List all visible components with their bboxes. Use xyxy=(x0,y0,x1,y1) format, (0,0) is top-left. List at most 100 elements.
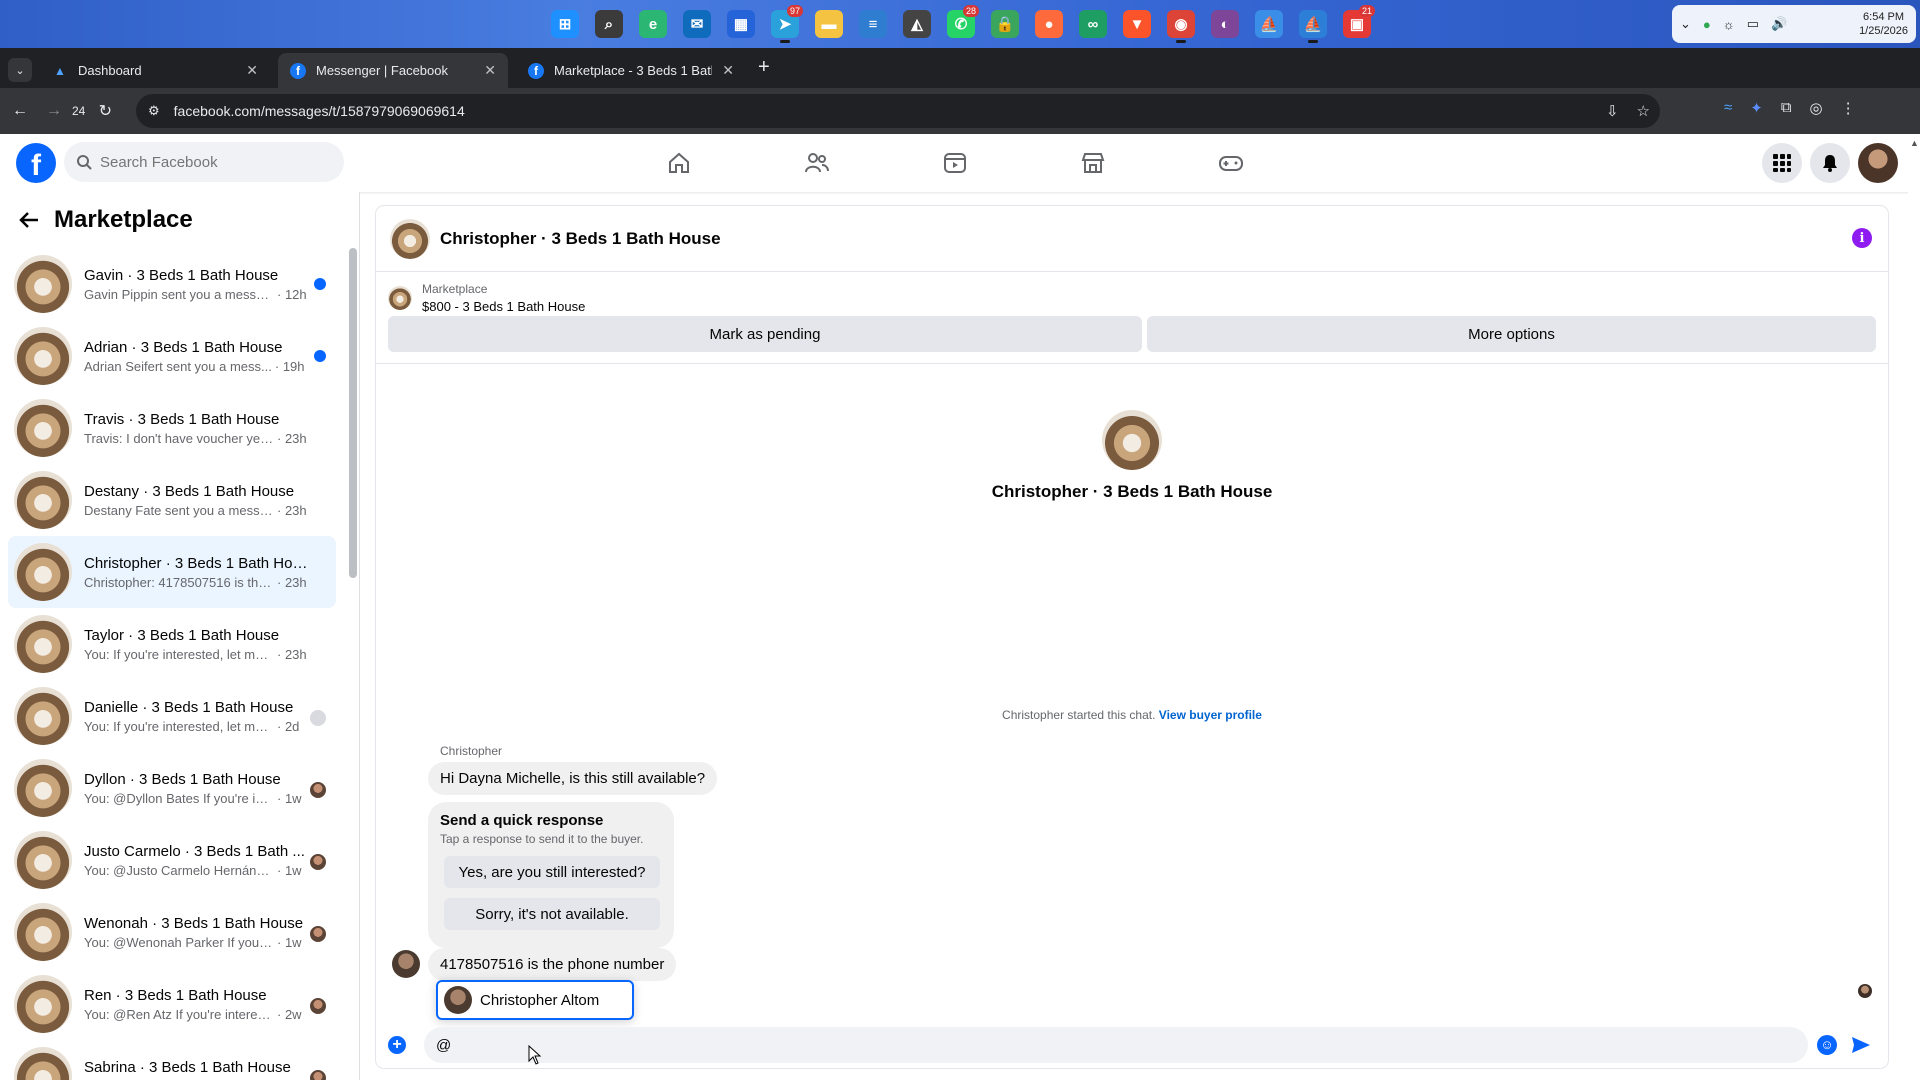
tab-count[interactable]: 24 xyxy=(72,104,85,118)
sail-app-2-taskbar-button[interactable]: ⛵ xyxy=(1293,4,1333,44)
conversation-item[interactable]: Justo Carmelo · 3 Beds 1 Bath ... You: @J… xyxy=(8,824,336,896)
bookmark-star-icon[interactable]: ☆ xyxy=(1637,102,1650,120)
more-options-button[interactable]: More options xyxy=(1147,316,1876,352)
extension-icon[interactable]: ≈ xyxy=(1724,99,1732,117)
mention-suggestion[interactable]: Christopher Altom xyxy=(436,980,634,1020)
file-explorer-taskbar-button[interactable]: ▬ xyxy=(809,4,849,44)
volume-icon[interactable]: 🔊 xyxy=(1771,16,1787,32)
clock[interactable]: 6:54 PM 1/25/2026 xyxy=(1859,10,1908,38)
back-icon[interactable]: ← xyxy=(6,97,34,125)
facebook-search[interactable] xyxy=(64,142,344,182)
tab-marketplace[interactable]: f Marketplace - 3 Beds 1 Bath Ho ✕ xyxy=(516,53,746,88)
conversation-text: Dyllon · 3 Beds 1 Bath House You: @Dyllon… xyxy=(84,771,310,806)
conversation-item[interactable]: Dyllon · 3 Beds 1 Bath House You: @Dyllon… xyxy=(8,752,336,824)
windows-start-taskbar-button[interactable]: ⊞ xyxy=(545,4,585,44)
close-tab-icon[interactable]: ✕ xyxy=(246,62,258,79)
scroll-up-icon[interactable]: ▲ xyxy=(1910,138,1919,148)
conversation-item[interactable]: Gavin · 3 Beds 1 Bath House Gavin Pippin … xyxy=(8,248,336,320)
message-bubble[interactable]: Hi Dayna Michelle, is this still availab… xyxy=(428,762,718,795)
nav-marketplace[interactable] xyxy=(1024,134,1162,192)
back-arrow-icon[interactable] xyxy=(18,209,40,231)
conversation-item[interactable]: Taylor · 3 Beds 1 Bath House You: If you'… xyxy=(8,608,336,680)
conversation-item[interactable]: Wenonah · 3 Beds 1 Bath House You: @Wenon… xyxy=(8,896,336,968)
notifications-button[interactable] xyxy=(1810,143,1850,183)
close-tab-icon[interactable]: ✕ xyxy=(722,62,734,79)
chrome-browser-taskbar-button[interactable]: ◉ xyxy=(1161,4,1201,44)
chat-title[interactable]: Christopher · 3 Beds 1 Bath House xyxy=(440,229,721,249)
close-tab-icon[interactable]: ✕ xyxy=(484,62,496,79)
windows-start-icon: ⊞ xyxy=(551,10,579,38)
site-info-icon[interactable]: ⚙ xyxy=(148,103,160,119)
conversation-item[interactable]: Danielle · 3 Beds 1 Bath House You: If yo… xyxy=(8,680,336,752)
color-app-taskbar-button[interactable]: ● xyxy=(1029,4,1069,44)
chevron-up-icon[interactable]: ⌄ xyxy=(1680,16,1691,32)
search-input[interactable] xyxy=(100,153,300,171)
menu-kebab-icon[interactable]: ⋮ xyxy=(1841,99,1856,117)
edge-browser-taskbar-button[interactable]: e xyxy=(633,4,673,44)
conversation-item[interactable]: Sabrina · 3 Beds 1 Bath HouseYou: @Sabri… xyxy=(8,1040,336,1080)
notepad-taskbar-button[interactable]: ≡ xyxy=(853,4,893,44)
view-buyer-profile-link[interactable]: View buyer profile xyxy=(1159,708,1262,722)
forward-icon[interactable]: → xyxy=(40,97,68,125)
facebook-logo-icon[interactable]: f xyxy=(16,143,56,183)
nav-friends[interactable] xyxy=(748,134,886,192)
green-app-taskbar-button[interactable]: ∞ xyxy=(1073,4,1113,44)
conversation-name: Danielle · 3 Beds 1 Bath House xyxy=(84,698,294,716)
tab-dashboard[interactable]: ▲ Dashboard ✕ xyxy=(40,53,270,88)
chat-intro: Christopher · 3 Beds 1 Bath House xyxy=(376,410,1888,502)
store-taskbar-button[interactable]: ▦ xyxy=(721,4,761,44)
nav-video[interactable] xyxy=(886,134,1024,192)
sail-app-taskbar-button[interactable]: ⛵ xyxy=(1249,4,1289,44)
conversation-item[interactable]: Travis · 3 Beds 1 Bath House Travis: I do… xyxy=(8,392,336,464)
display-icon[interactable]: ▭ xyxy=(1747,16,1759,32)
ticket-app-taskbar-button[interactable]: ▣ 21 xyxy=(1337,4,1377,44)
app-icon: ◭ xyxy=(903,10,931,38)
sidebar-scrollbar[interactable] xyxy=(349,244,357,1074)
info-icon[interactable]: i xyxy=(1852,228,1872,248)
scrollbar-thumb[interactable] xyxy=(349,248,357,578)
outlook-taskbar-button[interactable]: ✉ xyxy=(677,4,717,44)
message-bubble[interactable]: 4178507516 is the phone number xyxy=(428,948,677,981)
url-text[interactable]: facebook.com/messages/t/1587979069069614 xyxy=(174,103,465,119)
quick-response-sorry-button[interactable]: Sorry, it's not available. xyxy=(444,898,660,930)
conversation-item[interactable]: Ren · 3 Beds 1 Bath House You: @Ren Atz I… xyxy=(8,968,336,1040)
menu-grid-button[interactable] xyxy=(1762,143,1802,183)
search-taskbar-button[interactable]: ⌕ xyxy=(589,4,629,44)
quick-response-yes-button[interactable]: Yes, are you still interested? xyxy=(444,856,660,888)
chat-avatar[interactable] xyxy=(390,218,430,259)
brightness-icon[interactable]: ☼ xyxy=(1723,17,1735,32)
mark-as-pending-button[interactable]: Mark as pending xyxy=(388,316,1142,352)
extension-puzzle-colored-icon[interactable]: ✦ xyxy=(1750,99,1763,117)
read-indicator xyxy=(310,926,326,942)
read-indicator xyxy=(310,710,326,726)
tab-search-button[interactable]: ⌄ xyxy=(8,58,32,82)
sender-avatar[interactable] xyxy=(392,950,420,978)
send-icon[interactable] xyxy=(1850,1034,1872,1056)
install-app-icon[interactable]: ⇩ xyxy=(1606,102,1619,120)
profile-icon[interactable]: ◎ xyxy=(1810,99,1823,117)
plus-icon[interactable]: + xyxy=(388,1036,406,1054)
network-status-icon[interactable]: ● xyxy=(1703,17,1711,32)
message-input[interactable] xyxy=(424,1027,1808,1063)
extensions-puzzle-icon[interactable]: ⧉ xyxy=(1781,99,1792,117)
omnibox[interactable]: ⚙ facebook.com/messages/t/15879790690696… xyxy=(136,94,1660,128)
page-scrollbar[interactable]: ▲ xyxy=(1908,134,1920,1080)
whatsapp-taskbar-button[interactable]: ✆ 28 xyxy=(941,4,981,44)
listing-info[interactable]: Marketplace $800 - 3 Beds 1 Bath House xyxy=(388,282,585,314)
new-tab-icon[interactable]: + xyxy=(758,56,770,79)
app-taskbar-button[interactable]: ◭ xyxy=(897,4,937,44)
nav-gaming[interactable] xyxy=(1162,134,1300,192)
conversation-item[interactable]: Christopher · 3 Beds 1 Bath House Christo… xyxy=(8,536,336,608)
password-manager-taskbar-button[interactable]: 🔒 xyxy=(985,4,1025,44)
brave-browser-taskbar-button[interactable]: ▼ xyxy=(1117,4,1157,44)
reload-icon[interactable]: ↻ xyxy=(91,97,119,125)
telegram-taskbar-button[interactable]: ➤ 97 xyxy=(765,4,805,44)
nav-home[interactable] xyxy=(610,134,748,192)
account-avatar[interactable] xyxy=(1858,143,1898,183)
tor-browser-taskbar-button[interactable]: ◐ xyxy=(1205,4,1245,44)
conversation-item[interactable]: Destany · 3 Beds 1 Bath House Destany Fat… xyxy=(8,464,336,536)
conversation-item[interactable]: Adrian · 3 Beds 1 Bath House Adrian Seife… xyxy=(8,320,336,392)
emoji-icon[interactable]: ☺ xyxy=(1817,1035,1837,1055)
tab-messenger[interactable]: f Messenger | Facebook ✕ xyxy=(278,53,508,88)
time-value: 23h xyxy=(284,502,307,518)
